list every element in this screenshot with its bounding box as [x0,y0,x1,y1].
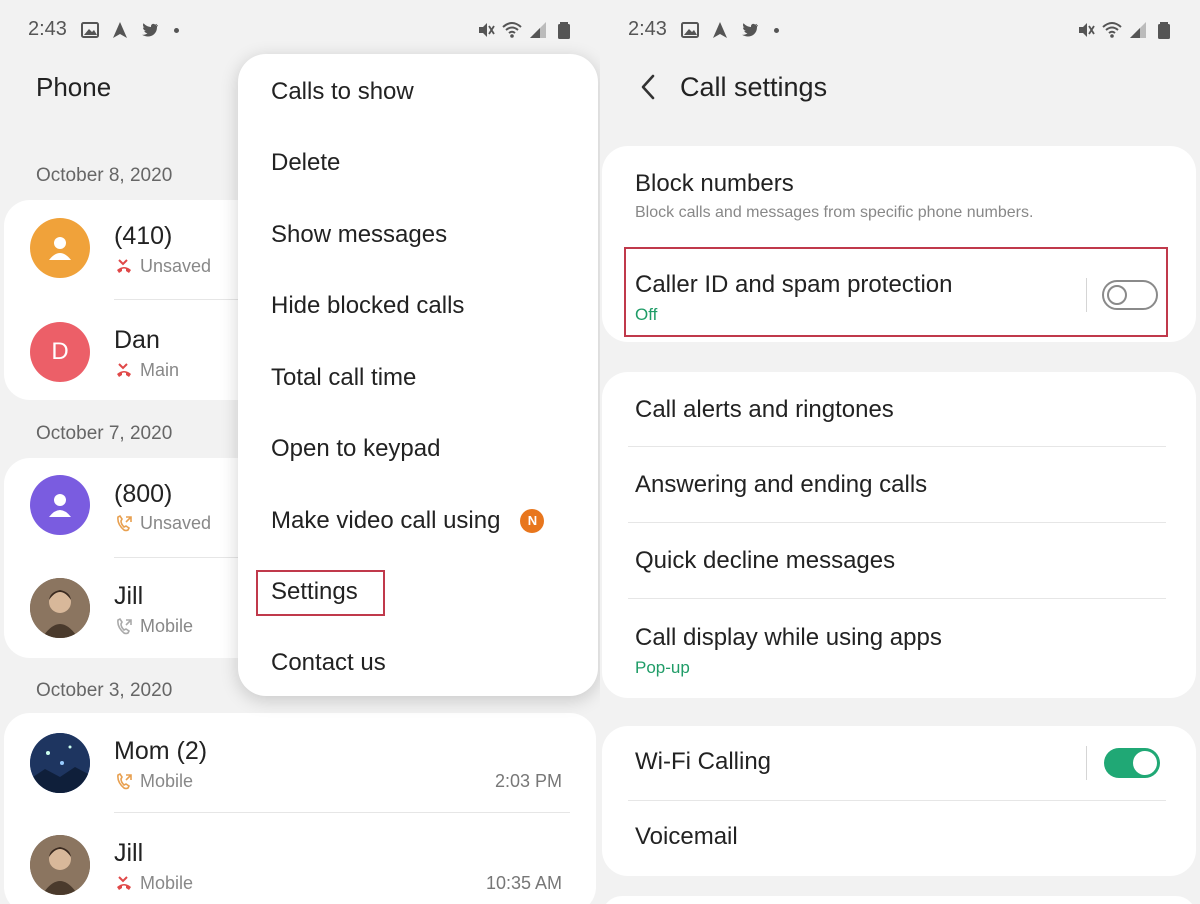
gallery-notification-icon [81,22,99,38]
menu-item-make-video-call[interactable]: Make video call using N [271,507,545,535]
contact-name: Dan [114,326,160,354]
status-bar: 2:43 [0,14,600,46]
signal-icon [530,22,546,38]
more-notifications-dot [774,27,779,33]
settings-card-wifi-voicemail: Wi-Fi Calling Voicemail [602,726,1196,876]
call-log-card: Mom (2) Mobile 2:03 PM Jill Mobile 10:35… [4,713,596,904]
voicemail-item[interactable]: Voicemail [602,801,1196,876]
contact-photo [30,733,90,793]
navigation-notification-icon [113,22,127,38]
menu-item-open-to-keypad[interactable]: Open to keypad [271,435,440,463]
avatar: D [30,322,90,382]
contact-photo-image [30,835,90,895]
outgoing-call-icon [117,514,132,531]
gallery-notification-icon [681,22,699,38]
date-header: October 7, 2020 [36,423,173,444]
date-header: October 8, 2020 [36,165,173,186]
toggle-knob [1133,751,1157,775]
contact-name: Mom (2) [114,737,208,765]
setting-title: Quick decline messages [635,547,896,574]
avatar-letter: D [51,338,69,365]
navigation-notification-icon [713,22,727,38]
mute-icon [1079,23,1095,37]
call-number-type: Mobile [140,771,194,791]
outgoing-call-icon [117,617,132,634]
menu-item-delete[interactable]: Delete [271,149,340,177]
block-numbers-item[interactable]: Block numbers Block calls and messages f… [602,146,1196,244]
battery-icon [1158,22,1170,39]
menu-item-calls-to-show[interactable]: Calls to show [271,78,414,106]
setting-title: Call alerts and ringtones [635,396,894,423]
call-display-apps-item[interactable]: Call display while using apps Pop-up [602,599,1196,698]
back-arrow-icon[interactable] [636,72,660,102]
menu-item-contact-us[interactable]: Contact us [271,649,386,677]
page-title: Phone [36,72,112,102]
setting-title: Answering and ending calls [635,471,928,498]
status-bar: 2:43 [600,14,1200,46]
setting-title: Voicemail [635,823,738,850]
status-time: 2:43 [628,18,667,40]
new-badge: N [520,508,545,533]
call-number-type: Mobile [140,616,194,636]
contact-name: (410) [114,222,173,250]
wifi-icon [502,22,522,38]
menu-item-hide-blocked-calls[interactable]: Hide blocked calls [271,292,464,320]
outgoing-call-icon [117,772,132,789]
avatar [30,218,90,278]
call-log-row[interactable]: Jill Mobile 10:35 AM [4,813,596,904]
call-number-type: Mobile [140,873,194,893]
setting-status: Pop-up [635,658,690,677]
settings-card-calls: Call alerts and ringtones Answering and … [602,372,1196,698]
missed-call-icon [117,875,131,890]
call-settings-screen: 2:43 Call settings Block numbers Block c… [600,0,1200,904]
setting-title: Call display while using apps [635,624,942,651]
page-title: Call settings [680,72,828,102]
person-icon [49,237,71,260]
person-icon [49,494,71,517]
phone-app-screen: 2:43 Phone October 8, 2020 (410) Unsaved [0,0,600,904]
contact-name: Jill [114,839,144,867]
setting-subtitle: Block calls and messages from specific p… [635,204,1034,221]
caller-id-highlight-box [624,247,1168,337]
more-notifications-dot [174,27,179,33]
setting-title: Wi-Fi Calling [635,748,772,775]
signal-icon [1130,22,1146,38]
contact-photo [30,578,90,638]
menu-item-label: Make video call using [271,507,501,534]
battery-icon [558,22,570,39]
menu-item-total-call-time[interactable]: Total call time [271,364,416,392]
call-log-row[interactable]: Mom (2) Mobile 2:03 PM [4,713,596,813]
contact-photo [30,835,90,895]
avatar [30,475,90,535]
contact-name: Jill [114,582,144,610]
twitter-notification-icon [742,23,758,37]
mute-icon [479,23,495,37]
contact-photo-image [30,578,90,638]
wifi-icon [1102,22,1122,38]
call-time: 2:03 PM [494,771,562,791]
setting-title: Block numbers [635,170,794,197]
wifi-calling-item[interactable]: Wi-Fi Calling [602,726,1196,800]
status-time: 2:43 [28,18,67,40]
quick-decline-messages-item[interactable]: Quick decline messages [602,523,1196,599]
missed-call-icon [117,258,131,273]
twitter-notification-icon [142,23,158,37]
wifi-calling-toggle[interactable] [1104,748,1160,778]
settings-card-blocking: Block numbers Block calls and messages f… [602,146,1196,342]
answering-ending-calls-item[interactable]: Answering and ending calls [602,447,1196,523]
toggle-divider [1086,746,1087,780]
overflow-menu: Calls to show Delete Show messages Hide … [238,54,598,696]
settings-highlight-box [256,570,385,616]
call-number-type: Unsaved [140,513,212,533]
date-header: October 3, 2020 [36,680,173,701]
call-time: 10:35 AM [485,873,562,893]
call-number-type: Main [140,360,180,380]
contact-name: (800) [114,480,173,508]
contact-photo-image [30,733,90,793]
call-alerts-ringtones-item[interactable]: Call alerts and ringtones [602,372,1196,446]
settings-card-next [602,896,1196,904]
call-number-type: Unsaved [140,256,212,276]
missed-call-icon [117,362,131,377]
menu-item-show-messages[interactable]: Show messages [271,221,447,249]
